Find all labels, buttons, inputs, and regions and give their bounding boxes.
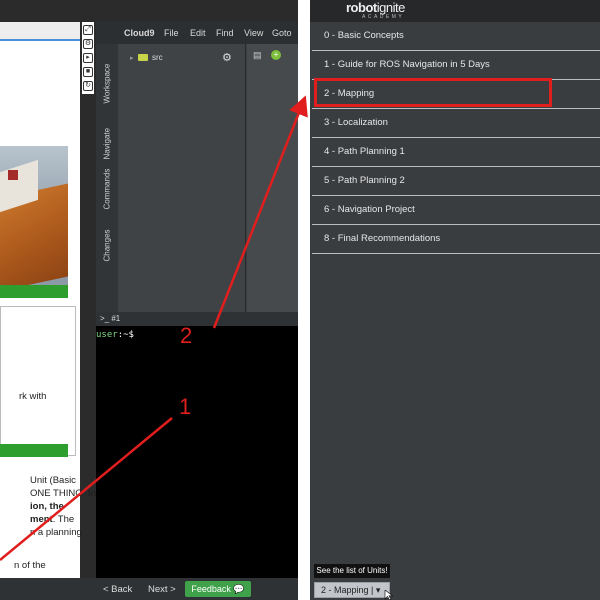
unit-item[interactable]: 5 - Path Planning 2: [312, 167, 600, 196]
course-text-line: ONE THING. In: [30, 488, 97, 499]
highlight-box: [314, 78, 552, 107]
course-text-line: n of the: [14, 560, 46, 571]
robotignite-logo: robotignite: [346, 0, 405, 15]
unit-item[interactable]: 8 - Final Recommendations: [312, 225, 600, 254]
course-and-ide-pane: rk with Unit (Basic ONE THING. In ion, t…: [0, 0, 298, 600]
annotation-label-1: 1: [179, 394, 192, 419]
screenshot-stage: rk with Unit (Basic ONE THING. In ion, t…: [0, 0, 600, 600]
menu-goto[interactable]: Goto: [272, 28, 292, 38]
ide-menubar: Cloud9 File Edit Find View Goto: [96, 22, 298, 44]
chat-icon: 💬: [233, 584, 245, 594]
terminal-prompt: user:~$: [96, 330, 134, 340]
folder-icon: [138, 54, 148, 61]
annotation-label-2: 2: [180, 323, 193, 348]
cloud9-ide: Cloud9 File Edit Find View Goto Workspac…: [96, 22, 298, 578]
units-list-button[interactable]: 2 - Mapping | ▾: [314, 582, 390, 598]
tab-workspace[interactable]: Workspace: [103, 64, 112, 104]
editor-area: ▤ +: [247, 44, 298, 312]
progress-bar-2: [0, 444, 68, 457]
ide-side-tabs: Workspace Navigate Commands Changes: [96, 44, 118, 312]
menu-view[interactable]: View: [244, 28, 263, 38]
file-icon[interactable]: ▤: [253, 50, 262, 61]
gazebo-simulation-image: [0, 146, 68, 291]
menu-file[interactable]: File: [164, 28, 179, 38]
course-text-line: ion, the: [30, 501, 64, 512]
window-controls: ⤢ ⚙ ▸ ■ ↻: [82, 22, 94, 94]
menu-cloud9[interactable]: Cloud9: [124, 28, 155, 38]
course-notebook: rk with Unit (Basic ONE THING. In ion, t…: [0, 22, 96, 578]
stop-icon[interactable]: ■: [83, 67, 93, 77]
unit-item[interactable]: 1 - Guide for ROS Navigation in 5 Days: [312, 51, 600, 80]
terminal-tab[interactable]: >_ #1: [96, 312, 298, 326]
units-tooltip: See the list of Units!: [314, 564, 390, 578]
academy-header: robotignite ACADEMY: [310, 0, 600, 22]
menu-find[interactable]: Find: [216, 28, 234, 38]
units-panel: robotignite ACADEMY 0 - Basic Concepts 1…: [310, 0, 600, 600]
menu-edit[interactable]: Edit: [190, 28, 206, 38]
notebook-toolbar: [0, 22, 80, 41]
logo-subtitle: ACADEMY: [362, 14, 405, 20]
chevron-down-icon: ▾: [375, 585, 381, 595]
mouse-cursor-icon: [384, 590, 394, 600]
gear-icon[interactable]: ⚙: [222, 51, 232, 64]
settings-icon[interactable]: ⚙: [83, 39, 93, 49]
back-button[interactable]: < Back: [103, 584, 132, 595]
skip-icon[interactable]: ▸: [83, 53, 93, 63]
file-tree: ▸ src ⚙: [118, 44, 246, 312]
next-button[interactable]: Next >: [148, 584, 176, 595]
unit-item[interactable]: 3 - Localization: [312, 109, 600, 138]
course-text-line: n a planning: [30, 527, 82, 538]
unit-item[interactable]: 6 - Navigation Project: [312, 196, 600, 225]
tab-navigate[interactable]: Navigate: [103, 128, 112, 160]
feedback-button[interactable]: Feedback 💬: [185, 581, 251, 597]
pane-divider: [298, 0, 310, 600]
notebook-cell: rk with: [0, 306, 76, 456]
unit-item[interactable]: 4 - Path Planning 1: [312, 138, 600, 167]
tab-changes[interactable]: Changes: [103, 229, 112, 261]
expand-icon[interactable]: ▸: [130, 54, 134, 62]
terminal[interactable]: user:~$: [96, 326, 298, 578]
unit-item[interactable]: 0 - Basic Concepts: [312, 22, 600, 51]
tab-commands[interactable]: Commands: [103, 169, 112, 210]
course-text-line: ment. The: [30, 514, 75, 525]
cell-text: rk with: [19, 391, 47, 402]
add-icon[interactable]: +: [271, 50, 281, 60]
refresh-icon[interactable]: ↻: [83, 81, 93, 91]
folder-label[interactable]: src: [152, 53, 163, 62]
bottom-navbar: < Back Next > Feedback 💬: [0, 578, 298, 600]
fullscreen-icon[interactable]: ⤢: [83, 25, 93, 35]
progress-bar: [0, 285, 68, 298]
course-text-line: Unit (Basic: [30, 475, 76, 486]
